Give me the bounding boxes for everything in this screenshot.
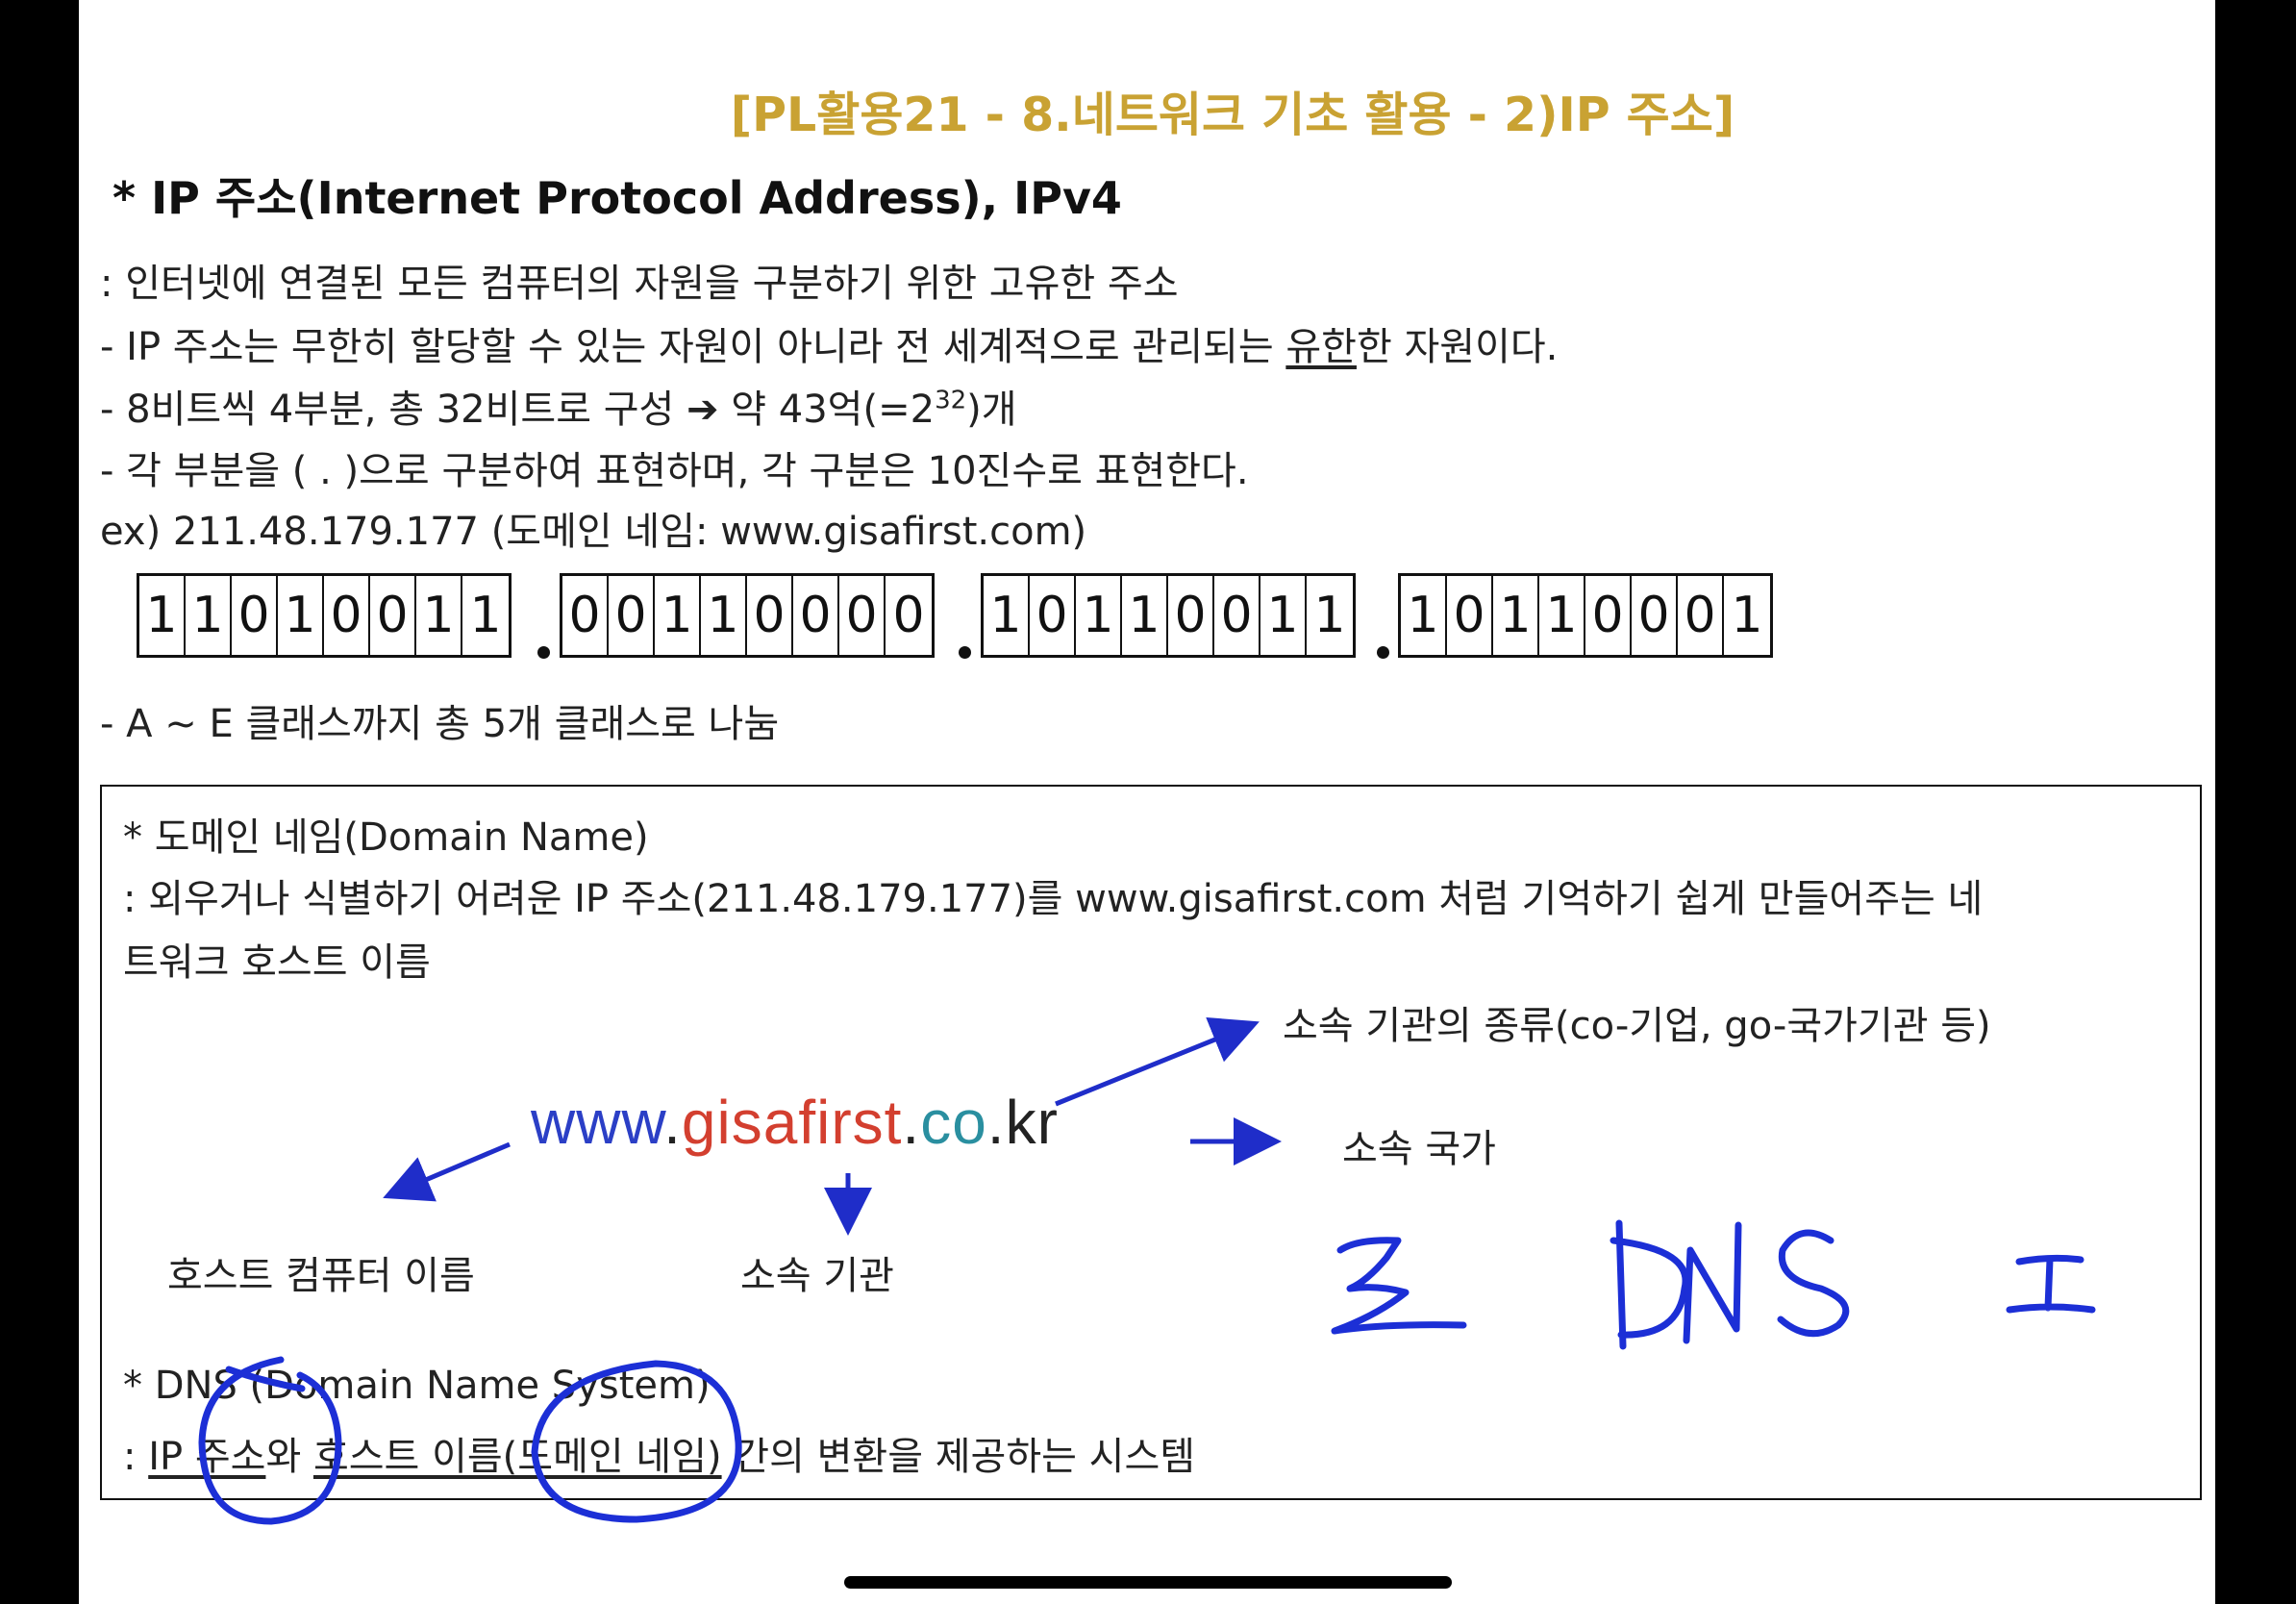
binary-octet-4: 10110001 [1398,573,1773,658]
domain-part-www: www [531,1088,664,1157]
bit-cell: 0 [839,576,886,655]
bit-cell: 1 [1539,576,1585,655]
bit-cell: 0 [1168,576,1214,655]
line-text: 한 자원이다. [1356,325,1559,369]
line-text: - 8비트씩 4부분, 총 32비트로 구성 ➔ 약 43억(=2 [100,388,936,432]
dns-host-underlined: 호스트 이름(도메인 네임) [312,1435,722,1479]
classes-line: - A ~ E 클래스까지 총 5개 클래스로 나눔 [100,702,780,746]
domain-dot: . [902,1088,921,1157]
dns-desc-part: 간의 변환을 제공하는 시스템 [721,1435,1196,1479]
bit-cell: 1 [984,576,1030,655]
domain-example: www.gisafirst.co.kr [531,1087,1059,1158]
underlined-word: 유한 [1285,325,1357,369]
bit-cell: 1 [1493,576,1539,655]
bit-cell: 1 [701,576,747,655]
bit-cell: 1 [469,587,502,644]
bit-cell: 1 [1731,587,1763,644]
label-host: 호스트 컴퓨터 이름 [167,1254,475,1298]
domain-name-box: * 도메인 네임(Domain Name) : 외우거나 식별하기 어려운 IP… [100,785,2202,1500]
bit-cell: 1 [186,576,232,655]
bit-cell: 0 [1030,576,1076,655]
dot-separator [959,646,971,659]
definition-line: : 인터넷에 연결된 모든 컴퓨터의 자원을 구분하기 위한 고유한 주소 [100,262,1179,306]
domain-part-kr: kr [1005,1088,1059,1157]
line-text: )개 [966,388,1017,432]
domain-desc-line2: 트워크 호스트 이름 [123,940,431,985]
superscript: 32 [935,386,967,415]
domain-heading: * 도메인 네임(Domain Name) [123,815,649,860]
bit-cell: 1 [1260,576,1307,655]
bit-cell: 0 [1214,576,1260,655]
domain-desc-line1: : 외우거나 식별하기 어려운 IP 주소(211.48.179.177)를 w… [123,877,1984,921]
dns-heading: * DNS (Domain Name System) [123,1364,711,1408]
binary-octet-3: 10110011 [981,573,1356,658]
bit-cell: 1 [278,576,324,655]
dns-desc-part: 와 [265,1435,313,1479]
bit-cell: 1 [416,576,462,655]
domain-part-co: co [920,1088,987,1157]
bit-cell: 1 [1401,576,1447,655]
finite-resource-line: - IP 주소는 무한히 할당할 수 있는 자원이 아니라 전 세계적으로 관리… [100,315,1558,371]
bit-cell: 0 [370,576,416,655]
bit-cell: 0 [1447,576,1493,655]
bit-cell: 1 [655,576,701,655]
dns-desc: : IP 주소와 호스트 이름(도메인 네임) 간의 변환을 제공하는 시스템 [123,1425,1195,1481]
slide-title: [PL활용21 - 8.네트워크 기초 활용 - 2)IP 주소] [730,88,1735,142]
domain-part-org: gisafirst [681,1088,903,1157]
bit-cell: 0 [562,576,609,655]
slide-page: [PL활용21 - 8.네트워크 기초 활용 - 2)IP 주소] * IP 주… [79,0,2215,1604]
home-indicator [844,1576,1452,1589]
domain-dot: . [663,1088,682,1157]
bit-cell: 0 [1678,576,1724,655]
binary-octet-2: 00110000 [560,573,935,658]
line-text: - IP 주소는 무한히 할당할 수 있는 자원이 아니라 전 세계적으로 관리… [100,325,1286,369]
binary-octet-1: 11010011 [137,573,512,658]
bit-cell: 0 [232,576,278,655]
domain-dot: . [986,1088,1006,1157]
bit-cell: 0 [793,576,839,655]
dot-separator [1377,646,1389,659]
label-country: 소속 국가 [1342,1127,1496,1171]
bit-cell: 0 [1632,576,1678,655]
bit-cell: 1 [139,576,186,655]
bit-cell: 0 [1585,576,1632,655]
bit-cell: 0 [892,587,925,644]
dns-ip-underlined: IP 주소 [148,1435,266,1479]
bit-cell: 0 [609,576,655,655]
bit-cell: 1 [1076,576,1122,655]
dot-separator [537,646,550,659]
bit-cell: 0 [324,576,370,655]
example-line: ex) 211.48.179.177 (도메인 네임: www.gisafirs… [100,510,1087,554]
bit-cell: 1 [1313,587,1346,644]
section-heading: * IP 주소(Internet Protocol Address), IPv4 [112,172,1122,224]
label-org-type: 소속 기관의 종류(co-기업, go-국가기관 등) [1283,1004,1991,1048]
label-org: 소속 기관 [740,1254,894,1298]
dns-desc-part: : [123,1435,149,1479]
dot-separation-line: - 각 부분을 ( . )으로 구분하여 표현하며, 각 구분은 10진수로 표… [100,449,1249,493]
bits-line: - 8비트씩 4부분, 총 32비트로 구성 ➔ 약 43억(=232)개 [100,378,1017,434]
bit-cell: 0 [747,576,793,655]
bit-cell: 1 [1122,576,1168,655]
